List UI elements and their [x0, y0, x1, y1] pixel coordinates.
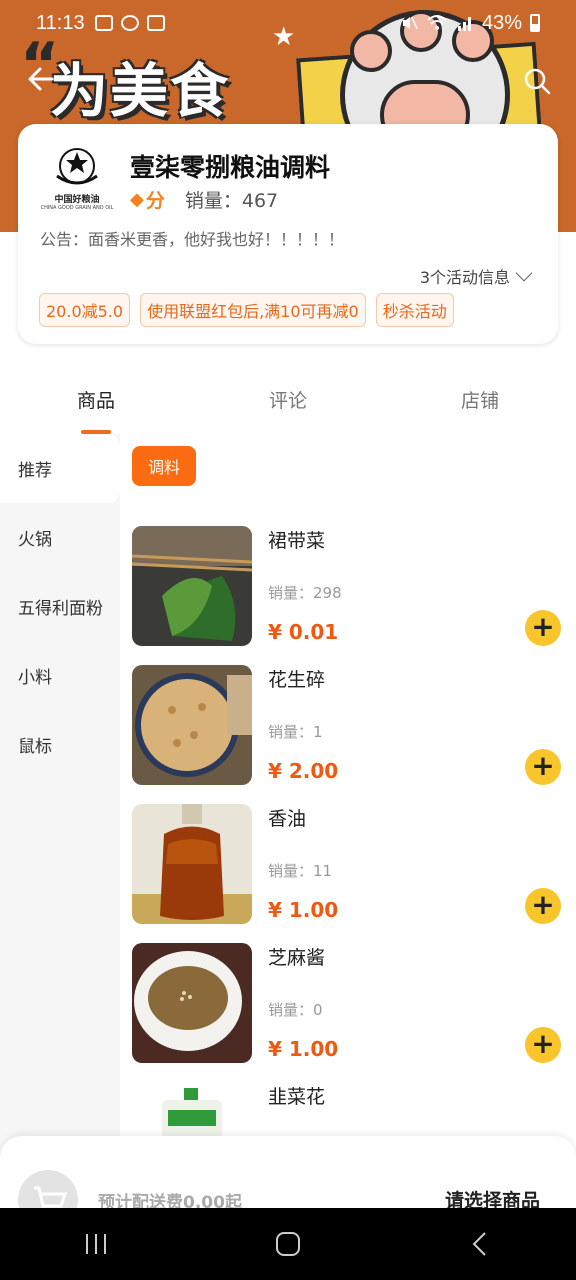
product-price: ¥ 1.00 [268, 898, 339, 922]
diamond-icon: ◆ [130, 189, 144, 210]
logo-text: 中国好粮油 [54, 195, 100, 205]
shop-sales: 销量：467 [184, 190, 279, 212]
product-price: ¥ 0.01 [268, 620, 339, 644]
product-image [132, 804, 252, 924]
product-name: 花生碎 [268, 669, 326, 691]
shop-info-card: 中国好粮油 CHINA GOOD GRAIN AND OIL 壹柒零捌粮油调料 … [18, 124, 558, 344]
product-price: ¥ 1.00 [268, 1037, 339, 1061]
category-item-condiments[interactable]: 小料 [0, 641, 120, 710]
back-icon [472, 1232, 486, 1256]
tab-store[interactable]: 店铺 [384, 370, 576, 430]
battery-icon [530, 14, 540, 32]
add-to-cart-button[interactable]: + [525, 888, 561, 924]
app-icon [120, 15, 139, 31]
category-item-mouse[interactable]: 鼠标 [0, 710, 120, 779]
gallery-icon [94, 15, 113, 31]
group-chip-seasoning[interactable]: 调料 [132, 446, 197, 486]
battery-percent: 43% [481, 11, 522, 34]
rating-row: ◆ 分 销量：467 [130, 186, 278, 213]
category-item-hotpot[interactable]: 火锅 [0, 503, 120, 572]
system-nav-bar [0, 1208, 576, 1280]
recent-apps-icon [86, 1234, 106, 1254]
plus-icon: + [531, 1027, 555, 1060]
shop-name: 壹柒零捌粮油调料 [130, 153, 331, 182]
product-price: ¥ 2.00 [268, 759, 339, 783]
product-image [132, 943, 252, 1063]
add-to-cart-button[interactable]: + [525, 749, 561, 785]
category-item-recommended[interactable]: 推荐 [0, 434, 120, 503]
check-icon [146, 15, 165, 31]
banner-text: 为美食 [50, 57, 231, 125]
add-to-cart-button[interactable]: + [525, 610, 561, 646]
tab-products[interactable]: 商品 [0, 370, 192, 434]
activity-info-toggle[interactable]: 3个活动信息 [419, 264, 533, 288]
cart-bar: 预计配送费0.00起 请选择商品 [0, 1136, 576, 1208]
product-item[interactable]: 芝麻酱 销量：0 ¥ 1.00 + [132, 943, 562, 1063]
product-image [132, 665, 252, 785]
product-sales: 销量：0 [268, 1001, 323, 1019]
signal-icon [457, 17, 471, 31]
product-name: 裙带菜 [268, 530, 326, 552]
product-name: 芝麻酱 [268, 947, 326, 969]
back-nav-button[interactable] [460, 1224, 500, 1264]
shop-tabs: 商品 评论 店铺 [0, 370, 576, 434]
promo-tag: 秒杀活动 [375, 293, 454, 327]
search-icon [524, 68, 551, 95]
product-image [132, 1082, 252, 1136]
back-button[interactable] [26, 64, 60, 98]
wheat-emblem-icon [56, 148, 98, 185]
logo-subtext: CHINA GOOD GRAIN AND OIL [40, 205, 114, 211]
category-sidebar: 推荐 火锅 五得利面粉 小料 鼠标 [0, 434, 120, 1154]
cart-button[interactable] [18, 1170, 78, 1208]
product-item[interactable]: 花生碎 销量：1 ¥ 2.00 + [132, 665, 562, 785]
home-button[interactable] [268, 1224, 308, 1264]
status-bar: 11:13 43% [0, 0, 576, 46]
product-name: 香油 [268, 808, 307, 830]
delivery-fee: 预计配送费0.00起 [98, 1193, 242, 1208]
category-item-flour[interactable]: 五得利面粉 [0, 572, 120, 641]
chevron-down-icon [515, 264, 533, 282]
status-time: 11:13 [36, 11, 85, 34]
cart-icon [34, 1186, 68, 1208]
product-sales: 销量：1 [268, 723, 323, 741]
shop-score: 分 [145, 190, 165, 212]
add-to-cart-button[interactable]: + [525, 1027, 561, 1063]
recent-apps-button[interactable] [76, 1224, 116, 1264]
plus-icon: + [531, 610, 555, 643]
promo-tags: 20.0减5.0 使用联盟红包后,满10可再减0 秒杀活动 [39, 293, 454, 327]
wifi-icon [427, 15, 447, 30]
product-sales: 销量：298 [268, 584, 342, 602]
activity-info-label: 3个活动信息 [419, 268, 510, 287]
product-image [132, 526, 252, 646]
tab-reviews[interactable]: 评论 [192, 370, 384, 430]
plus-icon: + [531, 888, 555, 921]
shop-notice: 公告：面香米更香，他好我也好！！！！！ [40, 230, 345, 249]
promo-tag: 20.0减5.0 [39, 293, 131, 327]
shop-logo: 中国好粮油 CHINA GOOD GRAIN AND OIL [40, 146, 114, 220]
product-name: 韭菜花 [268, 1086, 326, 1108]
mute-icon [402, 16, 418, 30]
product-item[interactable]: 韭菜花 [132, 1082, 562, 1136]
home-icon [276, 1232, 300, 1256]
promo-tag: 使用联盟红包后,满10可再减0 [140, 293, 366, 327]
plus-icon: + [531, 749, 555, 782]
product-sales: 销量：11 [268, 862, 333, 880]
arrow-left-icon [28, 67, 54, 91]
select-products-button[interactable]: 请选择商品 [445, 1186, 540, 1208]
product-item[interactable]: 香油 销量：11 ¥ 1.00 + [132, 804, 562, 924]
search-button[interactable] [522, 66, 552, 96]
product-item[interactable]: 裙带菜 销量：298 ¥ 0.01 + [132, 526, 562, 646]
